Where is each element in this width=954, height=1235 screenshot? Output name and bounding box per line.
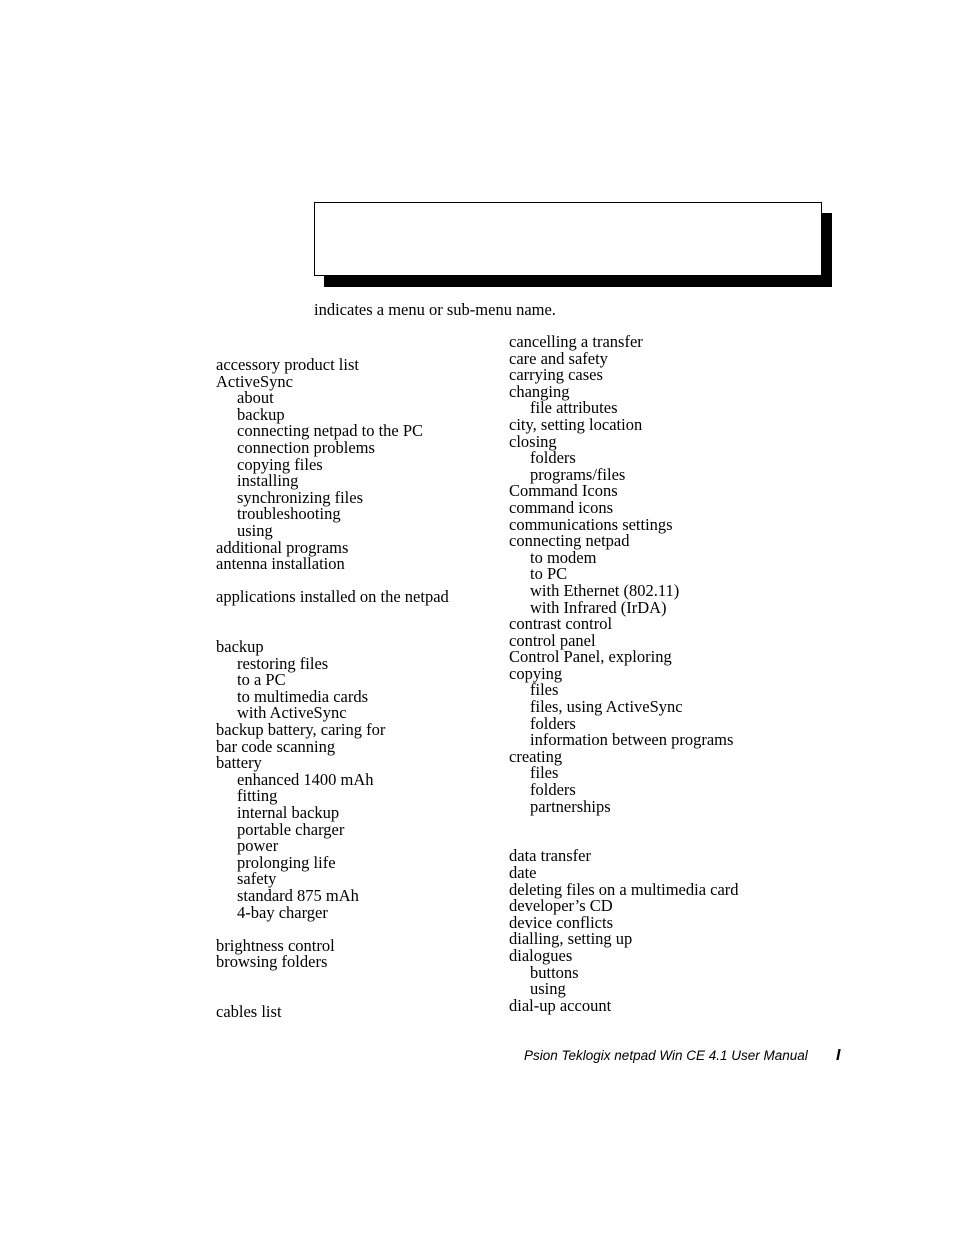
- index-group-separator: [509, 815, 809, 832]
- index-entry: antenna installation: [216, 554, 345, 574]
- index-subentry: partnerships: [530, 796, 611, 816]
- index-entry: dial-up account: [509, 995, 612, 1015]
- legend-graphic-frame: [314, 202, 822, 276]
- index-page: indicates a menu or sub-menu name. acces…: [0, 0, 954, 1235]
- index-column-left: accessory product list ActiveSync about bac…: [216, 356, 486, 1022]
- index-subentry: 4-bay charger: [237, 902, 328, 922]
- index-group-separator: [216, 971, 486, 988]
- legend-caption: indicates a menu or sub-menu name.: [314, 300, 556, 319]
- page-footer: Psion Teklogix netpad Win CE 4.1 User Ma…: [524, 1047, 884, 1070]
- index-column-right: cancelling a transfer care and safety carr…: [509, 333, 809, 1015]
- index-entry: data transfer: [509, 846, 591, 866]
- index-group-separator: [216, 606, 486, 623]
- footer-manual-title: Psion Teklogix netpad Win CE 4.1 User Ma…: [524, 1048, 808, 1063]
- footer-page-number: I: [836, 1047, 841, 1064]
- index-entry: browsing folders: [216, 952, 328, 972]
- index-subentry: with Ethernet (802.11): [530, 580, 680, 600]
- index-entry: cables list: [216, 1002, 282, 1022]
- index-entry: applications installed on the netpad: [216, 587, 449, 607]
- menu-name-legend-graphic: [314, 202, 832, 287]
